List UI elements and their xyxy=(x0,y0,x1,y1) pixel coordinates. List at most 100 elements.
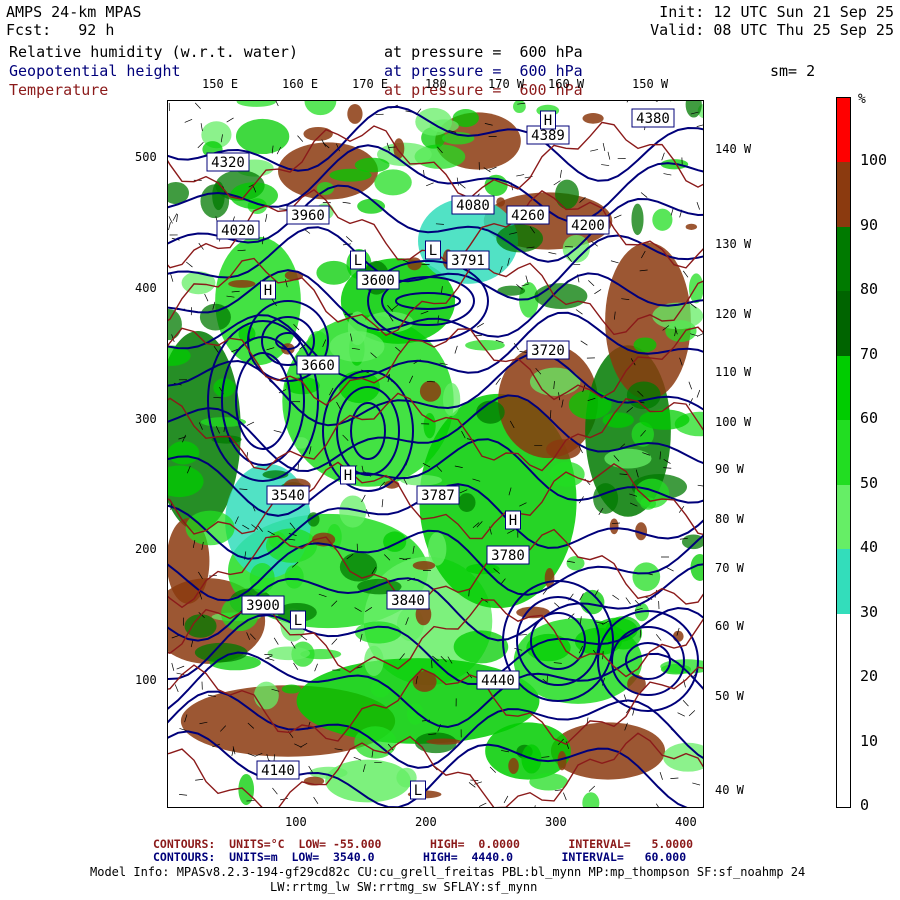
rh-fill-patch xyxy=(568,389,612,420)
right-lon-label: 100 W xyxy=(715,415,752,429)
x-tick-label: 400 xyxy=(675,815,697,829)
wind-barb xyxy=(548,252,557,255)
wind-barb xyxy=(610,260,619,264)
right-lon-label: 130 W xyxy=(715,237,752,251)
wind-barb xyxy=(194,102,201,109)
rh-fill-patch xyxy=(339,552,378,582)
right-lon-label: 70 W xyxy=(715,561,744,575)
wind-barb xyxy=(559,169,562,178)
top-lon-label: 180 xyxy=(425,77,447,91)
height-label: 3540 xyxy=(271,488,305,504)
colorbar-segment xyxy=(837,226,850,292)
wind-barb xyxy=(655,803,659,807)
wind-barb xyxy=(179,793,188,796)
wind-barb xyxy=(273,637,279,645)
wind-barb xyxy=(563,792,567,801)
wind-barb xyxy=(682,699,689,707)
wind-barb xyxy=(331,638,338,645)
wind-barb xyxy=(580,340,588,346)
rh-fill-patch-high xyxy=(412,561,436,571)
wind-barb xyxy=(273,430,282,433)
wind-barb xyxy=(613,214,622,219)
height-label: 3720 xyxy=(531,343,565,359)
right-lon-label: 110 W xyxy=(715,365,752,379)
rh-fill-patch xyxy=(529,773,569,791)
top-lon-label: 170 W xyxy=(488,77,525,91)
valid-time: Valid: 08 UTC Thu 25 Sep 25 xyxy=(650,21,894,39)
colorbar-label: 10 xyxy=(860,731,879,750)
colorbar-label: 60 xyxy=(860,409,879,428)
rh-fill-patch xyxy=(633,337,657,353)
wind-barb xyxy=(478,802,487,807)
rh-fill-patch xyxy=(442,382,461,417)
wind-barb xyxy=(272,787,278,795)
wind-barb xyxy=(659,772,663,780)
wind-barb xyxy=(168,222,171,231)
wind-barb xyxy=(200,123,203,132)
wind-barb xyxy=(172,213,178,221)
wind-barb xyxy=(677,712,685,717)
height-label: L xyxy=(354,253,362,269)
rh-fill-patch xyxy=(513,101,526,114)
wind-barb xyxy=(459,182,466,189)
wind-barb xyxy=(197,141,204,149)
rh-fill-patch xyxy=(316,260,352,285)
colorbar-segment xyxy=(837,420,850,486)
colorbar-label: 50 xyxy=(860,473,879,492)
colorbar-segment xyxy=(837,484,850,550)
wind-barb xyxy=(588,785,596,792)
rh-fill-patch xyxy=(602,412,634,428)
wind-barb xyxy=(601,164,610,166)
wind-barb xyxy=(468,782,476,788)
wind-barb xyxy=(626,101,629,103)
wind-barb xyxy=(602,143,606,151)
x-tick-label: 100 xyxy=(285,815,307,829)
rh-fill-patch xyxy=(284,564,304,589)
height-label: L xyxy=(294,613,302,629)
wind-barb xyxy=(297,135,304,142)
wind-barb xyxy=(697,333,703,337)
right-lon-label: 60 W xyxy=(715,619,744,633)
rh-fill-patch xyxy=(476,400,505,424)
height-label: 3780 xyxy=(491,548,525,564)
rh-fill-patch xyxy=(168,308,182,341)
wind-barb xyxy=(670,207,674,216)
height-contour-closed xyxy=(235,352,291,450)
height-label: L xyxy=(429,243,437,259)
wind-barb xyxy=(516,174,525,177)
wind-barb xyxy=(655,101,658,103)
wind-barb xyxy=(588,280,595,287)
wind-barb xyxy=(265,213,268,222)
wind-barb xyxy=(314,663,318,672)
wind-barb xyxy=(246,421,255,426)
rh-fill-patch xyxy=(652,208,673,231)
y-tick-label: 500 xyxy=(135,150,157,164)
wind-barb xyxy=(594,289,602,295)
wind-barb xyxy=(454,345,458,354)
wind-barb xyxy=(612,594,620,600)
height-label: 4380 xyxy=(636,111,670,127)
colorbar-segment xyxy=(837,678,850,744)
y-tick-label: 100 xyxy=(135,673,157,687)
rh-fill-patch-high xyxy=(496,197,506,207)
height-label: 4440 xyxy=(481,673,515,689)
height-label: 4080 xyxy=(456,198,490,214)
rh-field-level: at pressure = 600 hPa xyxy=(384,43,583,61)
wind-barb xyxy=(696,389,701,398)
rh-fill-patch-high xyxy=(303,126,333,141)
colorbar-label: 0 xyxy=(860,796,870,814)
wind-barb xyxy=(661,152,665,161)
forecast-hour: Fcst: 92 h xyxy=(6,21,115,39)
rh-fill-patch xyxy=(631,203,644,236)
top-lon-label: 150 W xyxy=(632,77,669,91)
right-lon-label: 140 W xyxy=(715,142,752,156)
wind-barb xyxy=(176,665,185,670)
wind-barb xyxy=(607,151,611,160)
rh-fill-patch xyxy=(304,101,337,116)
wind-barb xyxy=(663,173,672,176)
wind-barb xyxy=(456,177,459,186)
colorbar-label: 90 xyxy=(860,215,879,234)
colorbar-segment xyxy=(837,355,850,421)
rh-fill-patch xyxy=(329,168,372,182)
right-lon-label: 50 W xyxy=(715,689,744,703)
